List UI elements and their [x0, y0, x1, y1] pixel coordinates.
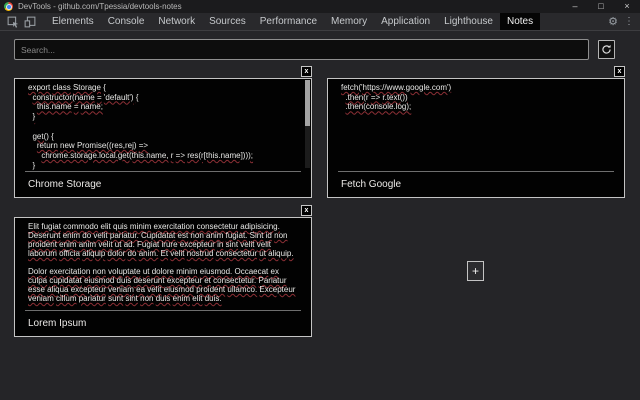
refresh-button[interactable]: [598, 40, 615, 59]
inspect-element-icon[interactable]: [5, 15, 20, 29]
note-scrollbar[interactable]: [305, 80, 310, 168]
tab-sources[interactable]: Sources: [202, 13, 253, 30]
search-input[interactable]: [14, 39, 589, 60]
notes-panel: x export class Storage { constructor(nam…: [0, 32, 640, 400]
add-note-button[interactable]: +: [467, 261, 484, 281]
window-titlebar: DevTools - github.com/Tpessia/devtools-n…: [0, 0, 640, 13]
more-menu-icon[interactable]: ⋮: [624, 16, 634, 27]
note-card: x export class Storage { constructor(nam…: [14, 66, 312, 198]
tab-console[interactable]: Console: [101, 13, 152, 30]
devtools-window: DevTools - github.com/Tpessia/devtools-n…: [0, 0, 640, 400]
devtools-tabbar: Elements Console Network Sources Perform…: [0, 13, 640, 31]
tab-elements[interactable]: Elements: [45, 13, 101, 30]
refresh-icon: [602, 44, 611, 54]
window-close-button[interactable]: ×: [622, 0, 632, 13]
note-card: x Elit fugiat commodo elit quis minim ex…: [14, 205, 312, 337]
search-row: [0, 32, 640, 60]
note-title[interactable]: Chrome Storage: [15, 172, 311, 197]
note-title[interactable]: Lorem Ipsum: [15, 311, 311, 336]
device-toolbar-icon[interactable]: [22, 15, 37, 29]
chrome-logo-icon: [4, 2, 13, 11]
tab-strip: Elements Console Network Sources Perform…: [45, 13, 541, 30]
tab-memory[interactable]: Memory: [324, 13, 374, 30]
window-title: DevTools - github.com/Tpessia/devtools-n…: [18, 2, 182, 11]
tab-performance[interactable]: Performance: [253, 13, 324, 30]
note-content[interactable]: Elit fugiat commodo elit quis minim exer…: [15, 218, 311, 310]
note-content[interactable]: fetch('https://www.google.com') .then(r …: [328, 79, 624, 171]
tab-notes[interactable]: Notes: [500, 13, 541, 30]
maximize-button[interactable]: □: [596, 0, 606, 13]
note-title[interactable]: Fetch Google: [328, 172, 624, 197]
tab-lighthouse[interactable]: Lighthouse: [437, 13, 500, 30]
note-card: x fetch('https://www.google.com') .then(…: [327, 66, 625, 198]
settings-gear-icon[interactable]: ⚙: [608, 15, 618, 28]
note-close-button[interactable]: x: [614, 66, 625, 77]
note-content[interactable]: export class Storage { constructor(name …: [15, 79, 311, 171]
note-close-button[interactable]: x: [301, 205, 312, 216]
tab-application[interactable]: Application: [374, 13, 437, 30]
note-close-button[interactable]: x: [301, 66, 312, 77]
notes-grid: x export class Storage { constructor(nam…: [14, 66, 625, 337]
minimize-button[interactable]: –: [570, 0, 580, 13]
note-scrollbar-thumb[interactable]: [305, 80, 310, 126]
tab-network[interactable]: Network: [151, 13, 202, 30]
